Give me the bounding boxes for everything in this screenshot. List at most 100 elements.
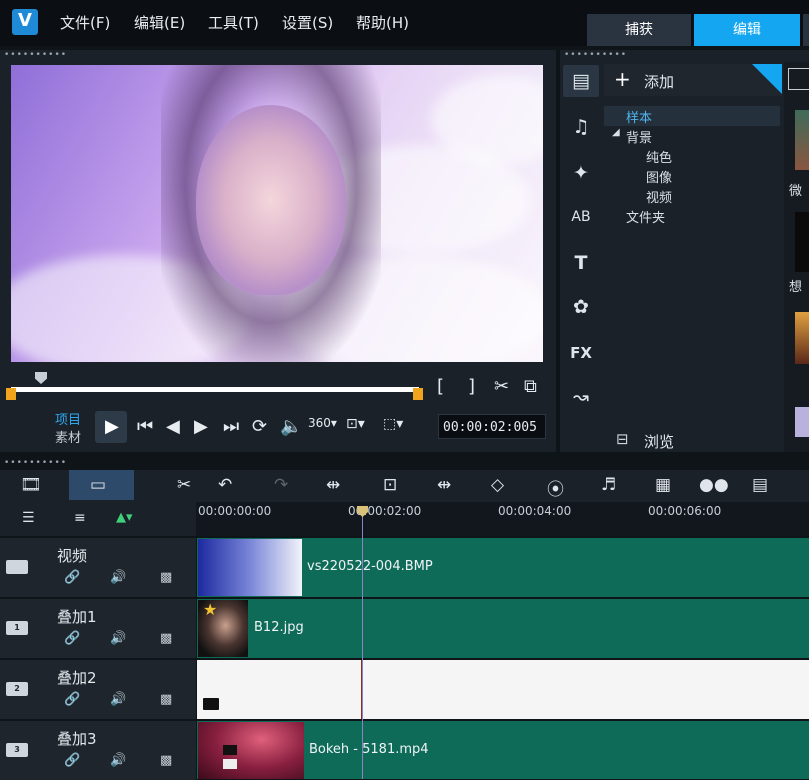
go-start-icon[interactable]: ⏮ <box>137 416 153 437</box>
mute-icon[interactable]: 🔊 <box>110 631 126 646</box>
volume-icon[interactable]: 🔈 <box>280 416 302 437</box>
timeline-view-icon[interactable]: ▭ <box>90 475 106 495</box>
split-clip-icon[interactable]: ✂ <box>494 376 509 397</box>
overlay-track-icon: 3 <box>6 743 28 757</box>
go-end-icon[interactable]: ⏭ <box>223 416 239 437</box>
ruler-tick: 00:00:06:00 <box>648 504 722 518</box>
audio-icon[interactable]: ♫ <box>568 114 594 140</box>
tab-edit[interactable]: 编辑 <box>694 14 800 46</box>
mute-icon[interactable]: 🔊 <box>110 570 126 585</box>
undo-icon[interactable]: ↶ <box>218 475 232 495</box>
add-track-icon[interactable]: ≡ <box>74 510 86 526</box>
filter-icon[interactable]: FX <box>568 340 594 366</box>
ripple-icon[interactable]: ▩ <box>160 692 172 707</box>
track-manager-icon[interactable]: ☰ <box>22 510 35 526</box>
motion-path-icon[interactable]: ↝ <box>568 384 594 410</box>
track-header-overlay-1[interactable]: 1 叠加1 🔗 🔊 ▩ <box>0 599 196 658</box>
track-lane-overlay-2[interactable] <box>197 660 809 719</box>
mark-in-marker[interactable] <box>6 388 16 400</box>
aspect-ratio-icon[interactable]: ⊡▾ <box>346 416 365 432</box>
ripple-icon[interactable]: ▩ <box>160 631 172 646</box>
graphics-icon[interactable]: ✿ <box>568 294 594 320</box>
library-grip[interactable]: •••••••••• <box>564 50 627 60</box>
motion-tracking-icon[interactable]: ●● <box>699 475 729 495</box>
tab-more[interactable] <box>803 14 809 46</box>
motion-path-badge-icon <box>203 698 219 710</box>
thumbnail[interactable] <box>795 312 809 364</box>
timecode-field[interactable]: 00:00:02:005 <box>438 414 546 439</box>
multi-trim-icon[interactable]: ◇ <box>491 475 504 495</box>
view-toggle-icon[interactable] <box>788 68 809 90</box>
audio-mixer-icon[interactable]: ♬ <box>601 475 616 495</box>
record-icon[interactable]: ⦿ <box>547 475 564 500</box>
360-view-icon[interactable]: 360▾ <box>308 416 337 430</box>
subtitle-editor-icon[interactable]: ▤ <box>752 475 768 495</box>
track-lane-overlay-1[interactable]: ★ B12.jpg <box>197 599 809 658</box>
project-mode-label[interactable]: 项目 <box>55 409 81 428</box>
tree-item-color[interactable]: 纯色 <box>646 147 672 166</box>
track-header-overlay-2[interactable]: 2 叠加2 🔗 🔊 ▩ <box>0 660 196 719</box>
clip-label: Bokeh - 5181.mp4 <box>309 742 429 757</box>
menu-tools[interactable]: 工具(T) <box>208 12 259 33</box>
title-icon[interactable]: T <box>568 250 594 276</box>
pin-icon[interactable] <box>752 64 782 94</box>
clip-thumbnail <box>198 539 302 596</box>
repeat-icon[interactable]: ⟳ <box>252 416 267 437</box>
storyboard-view-icon[interactable]: 🎞 <box>20 475 42 495</box>
track-lane-overlay-3[interactable]: Bokeh - 5181.mp4 <box>197 721 809 779</box>
link-icon[interactable]: 🔗 <box>64 753 80 768</box>
smart-proxy-icon[interactable]: ⊡ <box>383 475 397 495</box>
mark-out-button[interactable]: ] <box>468 376 475 397</box>
menu-file[interactable]: 文件(F) <box>60 12 110 33</box>
chapter-point-icon[interactable]: ▲▾ <box>116 510 133 525</box>
scrub-bar[interactable] <box>11 387 419 392</box>
link-icon[interactable]: 🔗 <box>64 631 80 646</box>
thumbnail[interactable] <box>795 110 809 170</box>
previous-frame-icon[interactable]: ◀ <box>166 416 180 437</box>
track-header-video[interactable]: 视频 🔗 🔊 ▩ <box>0 538 196 597</box>
split-track-icon[interactable]: ⇹ <box>437 475 451 495</box>
transition-icon[interactable]: AB <box>568 204 594 230</box>
ripple-icon[interactable]: ▩ <box>160 753 172 768</box>
track-name: 叠加3 <box>57 730 97 748</box>
tree-item-video[interactable]: 视频 <box>646 187 672 206</box>
media-icon[interactable]: ▤ <box>568 68 594 94</box>
timeline-grip[interactable]: •••••••••• <box>4 458 67 468</box>
auto-music-icon[interactable]: ▦ <box>655 475 671 495</box>
panel-grip[interactable]: •••••••••• <box>4 50 67 60</box>
mark-in-button[interactable]: [ <box>437 376 444 397</box>
copy-frame-icon[interactable]: ⧉ <box>524 376 537 397</box>
thumbnail[interactable] <box>795 407 809 437</box>
tree-item-image[interactable]: 图像 <box>646 167 672 186</box>
tree-item-background[interactable]: 背景 <box>626 127 652 146</box>
ripple-icon[interactable]: ▩ <box>160 570 172 585</box>
mute-icon[interactable]: 🔊 <box>110 753 126 768</box>
star-icon: ★ <box>203 600 218 619</box>
browse-button[interactable]: ⊟ 浏览 <box>604 430 782 452</box>
play-button[interactable]: ▶ <box>95 411 127 443</box>
menu-help[interactable]: 帮助(H) <box>356 12 409 33</box>
plus-icon: + <box>614 67 631 91</box>
crop-icon[interactable]: ⬚▾ <box>383 416 403 432</box>
tree-item-folder[interactable]: 文件夹 <box>626 207 665 226</box>
playhead[interactable] <box>362 508 363 779</box>
instant-project-icon[interactable]: ✦ <box>568 160 594 186</box>
menu-settings[interactable]: 设置(S) <box>282 12 333 33</box>
expand-arrow-icon[interactable]: ◢ <box>612 127 620 138</box>
tree-item-samples[interactable]: 样本 <box>626 107 652 126</box>
mark-out-marker[interactable] <box>413 388 423 400</box>
redo-icon[interactable]: ↷ <box>274 475 288 495</box>
thumbnail[interactable] <box>795 212 809 272</box>
tab-capture[interactable]: 捕获 <box>587 14 691 46</box>
link-icon[interactable]: 🔗 <box>64 692 80 707</box>
clip-mode-label[interactable]: 素材 <box>55 427 81 446</box>
fit-timeline-icon[interactable]: ⇹ <box>326 475 340 495</box>
tools-icon[interactable]: ✂ <box>177 475 191 495</box>
menu-edit[interactable]: 编辑(E) <box>134 12 185 33</box>
next-frame-icon[interactable]: ▶ <box>194 416 208 437</box>
link-icon[interactable]: 🔗 <box>64 570 80 585</box>
track-header-overlay-3[interactable]: 3 叠加3 🔗 🔊 ▩ <box>0 721 196 780</box>
mute-icon[interactable]: 🔊 <box>110 692 126 707</box>
add-folder-row[interactable]: + 添加 <box>604 64 782 96</box>
track-lane-video[interactable]: vs220522-004.BMP <box>197 538 809 597</box>
